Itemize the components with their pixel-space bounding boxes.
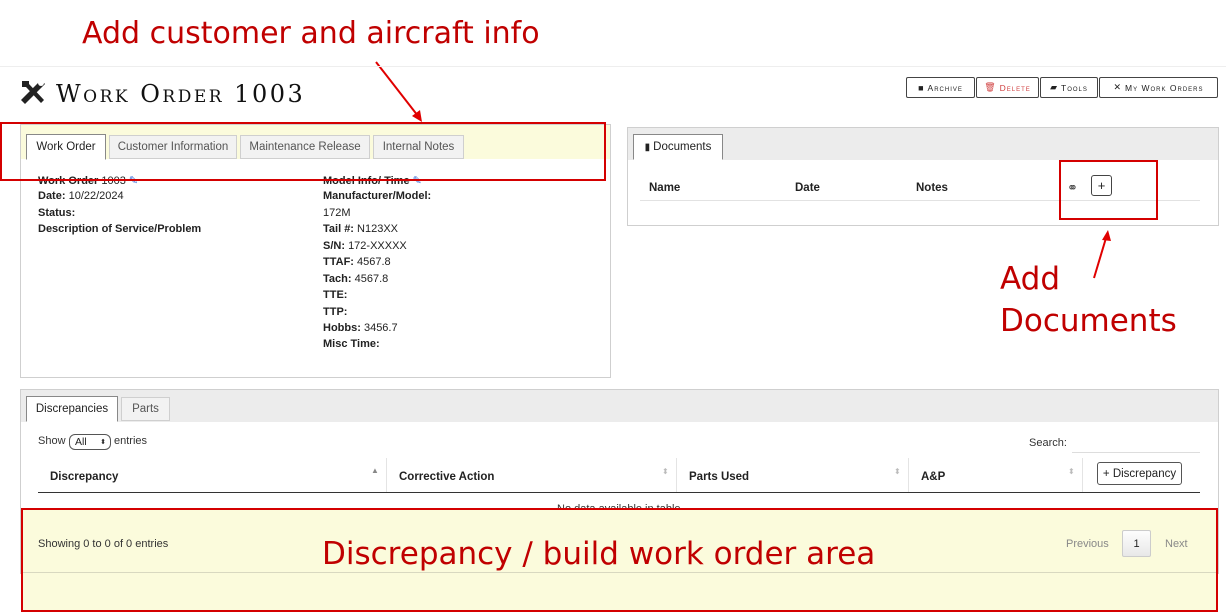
serial-number: S/N: 172-XXXXX bbox=[323, 240, 407, 252]
work-order-date: Date: 10/22/2024 bbox=[38, 190, 124, 202]
tab-discrepancies[interactable]: Discrepancies bbox=[26, 396, 118, 422]
annotation-box-documents bbox=[1059, 160, 1158, 220]
annotation-arrow-top bbox=[375, 61, 422, 122]
document-icon: ▮ bbox=[644, 141, 651, 153]
col-parts-used[interactable]: Parts Used bbox=[689, 471, 749, 483]
sort-icon[interactable]: ⬍ bbox=[1068, 467, 1075, 476]
archive-icon: ■ bbox=[918, 82, 925, 93]
misc-time: Misc Time: bbox=[323, 338, 380, 350]
search-label: Search: bbox=[1029, 437, 1067, 449]
tte: TTE: bbox=[323, 289, 348, 301]
tab-parts[interactable]: Parts bbox=[121, 397, 170, 421]
documents-col-notes: Notes bbox=[916, 182, 948, 194]
col-divider bbox=[386, 458, 387, 492]
ttp: TTP: bbox=[323, 306, 348, 318]
ttaf: TTAF: 4567.8 bbox=[323, 256, 391, 268]
tools-button[interactable]: ▰ Tools bbox=[1040, 77, 1098, 98]
archive-button[interactable]: ■ Archive bbox=[906, 77, 975, 98]
col-ap[interactable]: A&P bbox=[921, 471, 945, 483]
col-discrepancy[interactable]: Discrepancy bbox=[50, 471, 118, 483]
documents-col-name: Name bbox=[649, 182, 681, 194]
manufacturer-label: Manufacturer/Model: bbox=[323, 190, 432, 202]
my-work-orders-button[interactable]: ✕ My Work Orders bbox=[1099, 77, 1218, 98]
trash-icon: 🗑 bbox=[984, 82, 997, 92]
table-header-underline bbox=[38, 492, 1200, 493]
annotation-box-tabs bbox=[0, 122, 606, 181]
discrepancies-tabbar bbox=[21, 390, 1218, 422]
col-divider bbox=[1082, 458, 1083, 492]
sort-icon[interactable]: ⬍ bbox=[894, 467, 901, 476]
annotation-discrepancy-area: Discrepancy / build work order area bbox=[322, 536, 876, 572]
documents-col-date: Date bbox=[795, 182, 820, 194]
col-divider bbox=[908, 458, 909, 492]
annotation-add-documents: Add Documents bbox=[1000, 261, 1177, 339]
tools-icon bbox=[21, 80, 45, 104]
tail-number: Tail #: N123XX bbox=[323, 223, 399, 235]
page-title: Work Order 1003 bbox=[56, 80, 306, 108]
annotation-customer-aircraft: Add customer and aircraft info bbox=[82, 16, 540, 51]
entries-label: entries bbox=[114, 435, 148, 447]
wrench-icon: ✕ bbox=[1113, 82, 1123, 92]
manufacturer-value: 172M bbox=[323, 207, 351, 219]
hobbs: Hobbs: 3456.7 bbox=[323, 322, 398, 334]
sort-asc-icon[interactable]: ▲ bbox=[371, 466, 379, 475]
description-label: Description of Service/Problem bbox=[38, 223, 202, 235]
header-divider bbox=[0, 66, 1226, 67]
search-input[interactable] bbox=[1072, 431, 1200, 453]
delete-button[interactable]: 🗑 Delete bbox=[976, 77, 1039, 98]
work-order-status: Status: bbox=[38, 207, 76, 219]
sort-icon[interactable]: ⬍ bbox=[662, 467, 669, 476]
tach: Tach: 4567.8 bbox=[323, 273, 389, 285]
show-label: Show bbox=[38, 435, 66, 447]
col-divider bbox=[676, 458, 677, 492]
add-discrepancy-button[interactable]: + Discrepancy bbox=[1097, 462, 1182, 485]
select-arrows-icon: ⬍ bbox=[100, 439, 106, 446]
col-corrective-action[interactable]: Corrective Action bbox=[399, 471, 494, 483]
entries-select[interactable]: All ⬍ bbox=[69, 434, 111, 450]
toolbox-icon: ▰ bbox=[1050, 82, 1059, 92]
tab-documents[interactable]: ▮ Documents bbox=[633, 134, 723, 160]
